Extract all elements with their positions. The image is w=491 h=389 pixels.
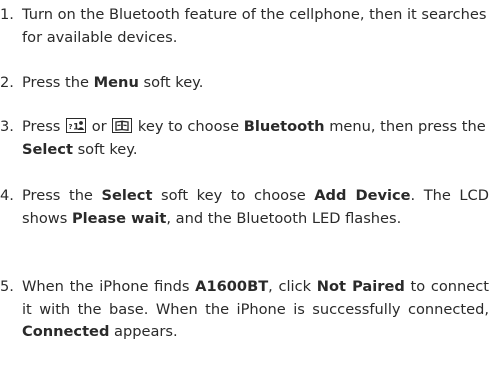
step-5: 5. When the iPhone finds A1600BT, click … [0, 276, 489, 344]
step-text: Turn on the Bluetooth feature of the cel… [22, 6, 487, 46]
not-paired-label: Not Paired [316, 278, 405, 295]
step-number: 4. [0, 187, 14, 204]
step-text: , and the Bluetooth LED flashes. [166, 209, 402, 227]
connected-label: Connected [22, 323, 110, 340]
step-text: or [87, 118, 112, 135]
device-name-label: A1600BT [195, 278, 269, 295]
select-key-label: Select [101, 187, 153, 204]
step-text: soft key. [138, 74, 204, 91]
svg-text:1: 1 [73, 123, 79, 133]
step-text: Press [22, 118, 66, 135]
book-key-icon [112, 118, 133, 133]
step-2: 2. Press the Menu soft key. [0, 72, 489, 95]
step-text: soft key. [72, 140, 138, 158]
step-text: key to choose [133, 118, 244, 135]
step-number: 5. [0, 278, 14, 295]
instruction-page: 1. Turn on the Bluetooth feature of the … [0, 0, 491, 389]
bluetooth-menu-label: Bluetooth [243, 118, 325, 135]
svg-text:?: ? [69, 123, 73, 131]
step-number: 1. [0, 6, 14, 23]
step-text: When the iPhone finds [22, 278, 196, 295]
please-wait-label: Please wait [71, 209, 167, 227]
step-text: , click [268, 278, 317, 295]
step-number: 2. [0, 74, 14, 91]
step-text: soft key to choose [152, 187, 315, 204]
select-key-label: Select [22, 140, 73, 158]
step-text: Press the [22, 187, 102, 204]
menu-key-label: Menu [93, 74, 139, 91]
step-text: Press the [22, 74, 94, 91]
step-1: 1. Turn on the Bluetooth feature of the … [0, 4, 489, 49]
step-3: 3. Press ? 1 or key to choose Bluetooth m… [0, 116, 489, 161]
step-text: menu, then press the [324, 118, 486, 135]
phonebook-key-icon: ? 1 [66, 118, 87, 133]
step-4: 4. Press the Select soft key to choose A… [0, 185, 489, 230]
add-device-label: Add Device [314, 187, 411, 204]
step-number: 3. [0, 118, 14, 135]
step-text: appears. [109, 323, 178, 340]
